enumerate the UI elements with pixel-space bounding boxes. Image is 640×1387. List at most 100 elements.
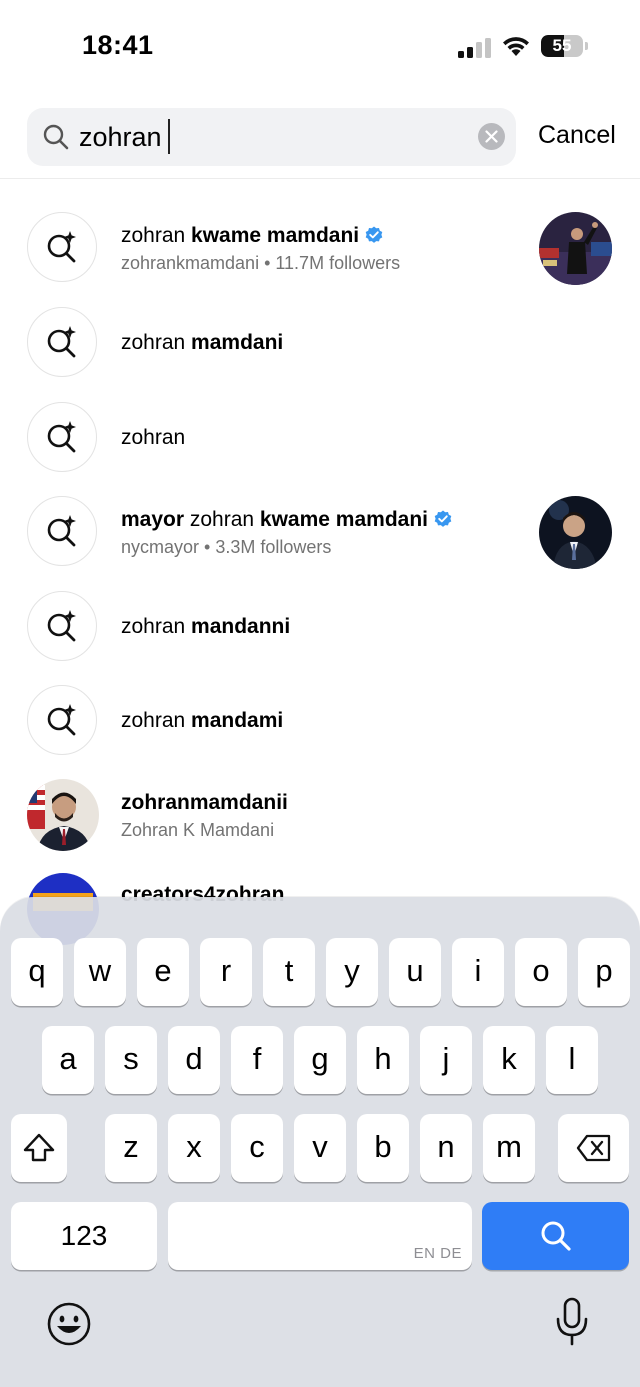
battery-level: 55 bbox=[552, 36, 572, 55]
key-e[interactable]: e bbox=[137, 938, 189, 1006]
key-label: w bbox=[88, 953, 112, 988]
battery-indicator: 55 bbox=[541, 35, 589, 59]
result-title: zohran kwame mamdani bbox=[121, 224, 383, 248]
close-icon bbox=[485, 130, 498, 143]
key-label: j bbox=[442, 1041, 450, 1076]
sparkle-search-icon bbox=[47, 421, 76, 453]
search-input[interactable] bbox=[79, 118, 459, 156]
key-s[interactable]: s bbox=[105, 1026, 157, 1094]
key-d[interactable]: d bbox=[168, 1026, 220, 1094]
key-label: a bbox=[59, 1041, 77, 1076]
key-label: k bbox=[501, 1041, 517, 1076]
key-label: c bbox=[249, 1129, 265, 1164]
result-title: mayor zohran kwame mamdani bbox=[121, 508, 452, 532]
status-time: 18:41 bbox=[82, 30, 154, 60]
key-label: v bbox=[312, 1129, 328, 1164]
key-i[interactable]: i bbox=[452, 938, 504, 1006]
on-screen-keyboard: q w e r t y u i o p a s d f g h j k l z x c v b n m 123 EN DE bbox=[0, 897, 640, 1387]
shift-icon bbox=[23, 1133, 55, 1162]
result-row-query-zohran-mamdani[interactable]: zohran mamdani bbox=[0, 307, 640, 397]
result-title: zohran bbox=[121, 426, 186, 449]
result-title: zohran mamdani bbox=[121, 331, 284, 354]
key-y[interactable]: y bbox=[326, 938, 378, 1006]
key-q[interactable]: q bbox=[11, 938, 63, 1006]
sparkle-search-icon bbox=[47, 610, 76, 642]
key-u[interactable]: u bbox=[389, 938, 441, 1006]
profile-avatar-image[interactable] bbox=[539, 496, 612, 569]
text-caret bbox=[168, 119, 170, 154]
result-subtitle: Zohran K Mamdani bbox=[121, 820, 275, 840]
shift-key[interactable] bbox=[11, 1114, 67, 1182]
space-key[interactable]: EN DE bbox=[168, 1202, 472, 1270]
key-r[interactable]: r bbox=[200, 938, 252, 1006]
key-l[interactable]: l bbox=[546, 1026, 598, 1094]
result-row-account-zohranmamdanii[interactable]: zohranmamdanii Zohran K Mamdani bbox=[0, 779, 640, 869]
key-label: q bbox=[28, 953, 46, 988]
result-row-account-zohrankmamdani[interactable]: zohran kwame mamdani zohrankmamdani • 11… bbox=[0, 212, 640, 302]
key-b[interactable]: b bbox=[357, 1114, 409, 1182]
key-label: n bbox=[437, 1129, 455, 1164]
key-k[interactable]: k bbox=[483, 1026, 535, 1094]
key-label: y bbox=[344, 953, 360, 988]
cancel-button[interactable]: Cancel bbox=[538, 121, 616, 150]
wifi-icon bbox=[503, 37, 529, 56]
key-label: h bbox=[374, 1041, 392, 1076]
key-label: i bbox=[474, 953, 482, 988]
profile-avatar-image[interactable] bbox=[27, 779, 99, 851]
key-label: f bbox=[252, 1041, 262, 1076]
key-p[interactable]: p bbox=[578, 938, 630, 1006]
result-subtitle: nycmayor • 3.3M followers bbox=[121, 537, 332, 557]
result-title: zohran mandami bbox=[121, 709, 284, 732]
search-bar[interactable] bbox=[27, 108, 516, 166]
key-v[interactable]: v bbox=[294, 1114, 346, 1182]
dictation-button[interactable] bbox=[552, 1297, 592, 1347]
result-subtitle: zohrankmamdani • 11.7M followers bbox=[121, 253, 401, 273]
result-row-query-zohran-mandami[interactable]: zohran mandami bbox=[0, 685, 640, 775]
numbers-key[interactable]: 123 bbox=[11, 1202, 157, 1270]
sparkle-search-icon bbox=[47, 515, 76, 547]
sparkle-search-icon bbox=[47, 326, 76, 358]
clear-search-button[interactable] bbox=[478, 123, 505, 150]
result-row-query-zohran[interactable]: zohran bbox=[0, 402, 640, 492]
key-c[interactable]: c bbox=[231, 1114, 283, 1182]
cellular-signal-icon bbox=[458, 38, 491, 58]
emoji-button[interactable] bbox=[45, 1300, 93, 1348]
key-label: l bbox=[568, 1041, 576, 1076]
key-n[interactable]: n bbox=[420, 1114, 472, 1182]
search-key[interactable] bbox=[482, 1202, 629, 1270]
result-row-account-nycmayor[interactable]: mayor zohran kwame mamdani nycmayor • 3.… bbox=[0, 496, 640, 586]
key-h[interactable]: h bbox=[357, 1026, 409, 1094]
search-suggestion-icon-circle bbox=[27, 591, 97, 661]
key-a[interactable]: a bbox=[42, 1026, 94, 1094]
space-key-languages: EN DE bbox=[413, 1245, 462, 1262]
key-t[interactable]: t bbox=[263, 938, 315, 1006]
search-icon bbox=[43, 124, 69, 150]
result-title: zohranmamdanii bbox=[121, 791, 288, 814]
verified-badge-icon bbox=[434, 510, 452, 527]
key-label: b bbox=[374, 1129, 392, 1164]
sparkle-search-icon bbox=[47, 231, 76, 263]
key-w[interactable]: w bbox=[74, 938, 126, 1006]
delete-key[interactable] bbox=[558, 1114, 629, 1182]
key-x[interactable]: x bbox=[168, 1114, 220, 1182]
key-label: s bbox=[123, 1041, 139, 1076]
search-suggestion-icon-circle bbox=[27, 212, 97, 282]
key-label: z bbox=[123, 1129, 139, 1164]
key-label: r bbox=[220, 953, 232, 988]
key-z[interactable]: z bbox=[105, 1114, 157, 1182]
key-o[interactable]: o bbox=[515, 938, 567, 1006]
microphone-icon bbox=[556, 1297, 588, 1346]
key-label: d bbox=[185, 1041, 203, 1076]
key-f[interactable]: f bbox=[231, 1026, 283, 1094]
key-j[interactable]: j bbox=[420, 1026, 472, 1094]
key-label: p bbox=[595, 953, 613, 988]
key-label: m bbox=[496, 1129, 522, 1164]
key-m[interactable]: m bbox=[483, 1114, 535, 1182]
key-label: x bbox=[186, 1129, 202, 1164]
result-row-query-zohran-mandanni[interactable]: zohran mandanni bbox=[0, 591, 640, 681]
key-g[interactable]: g bbox=[294, 1026, 346, 1094]
emoji-icon bbox=[47, 1302, 91, 1346]
search-icon bbox=[541, 1221, 571, 1251]
search-suggestion-icon-circle bbox=[27, 307, 97, 377]
profile-avatar-image[interactable] bbox=[539, 212, 612, 285]
